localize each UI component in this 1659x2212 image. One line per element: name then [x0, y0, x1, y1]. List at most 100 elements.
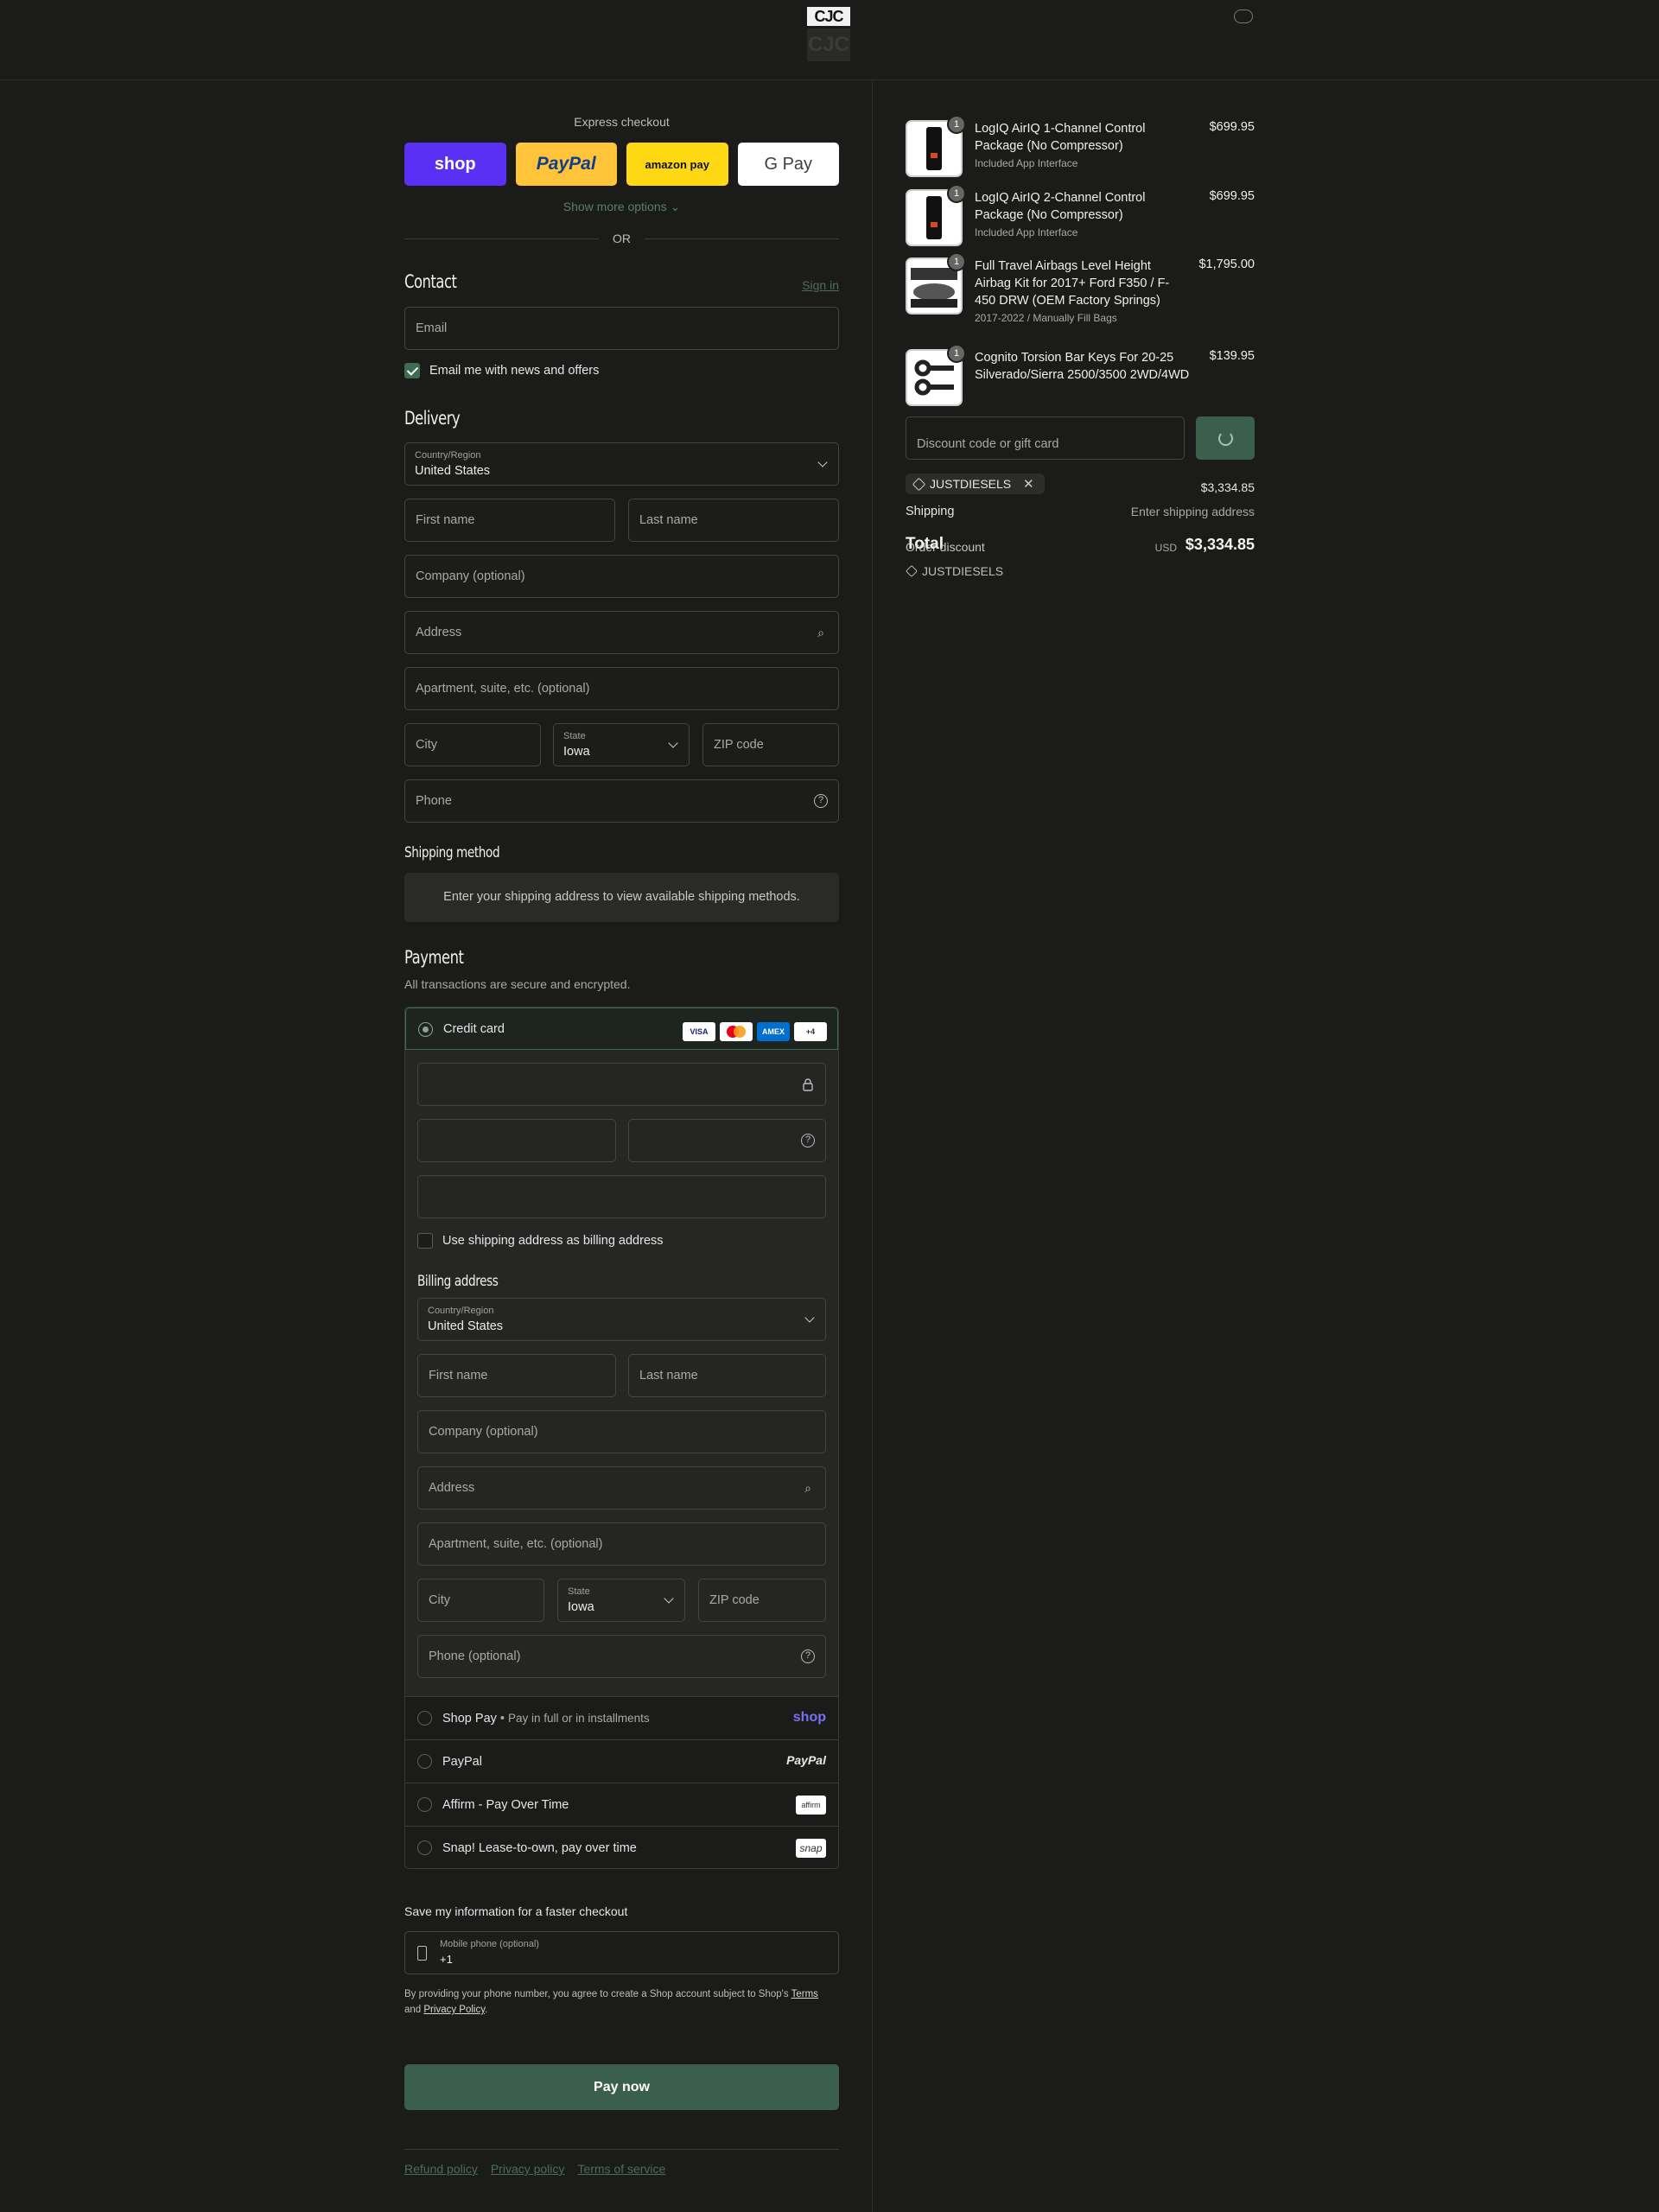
billing-company-field[interactable]: Company (optional)	[417, 1410, 826, 1453]
total-row: Total Order discount $3,334.85 USD	[906, 535, 1255, 566]
billing-heading: Billing address	[417, 1273, 499, 1290]
payment-subtitle: All transactions are secure and encrypte…	[404, 977, 631, 991]
credit-card-radio[interactable]	[418, 1022, 433, 1037]
zip-field[interactable]: ZIP code	[702, 723, 839, 766]
address-field[interactable]: Address ⌕	[404, 611, 839, 654]
mastercard-icon	[720, 1022, 753, 1041]
state-label: State	[563, 731, 586, 741]
billing-country-select[interactable]: Country/Region United States	[417, 1298, 826, 1341]
show-more-options[interactable]: Show more options ⌄	[404, 200, 839, 214]
name-on-card-field[interactable]	[417, 1175, 826, 1218]
google-pay-button[interactable]: G Pay	[737, 143, 839, 186]
security-code-field[interactable]: ?	[628, 1119, 826, 1162]
item-price: $699.95	[1209, 189, 1255, 203]
country-select[interactable]: Country/Region United States	[404, 442, 839, 486]
amazon-pay-button[interactable]: amazon pay	[626, 143, 728, 186]
terms-of-service-link[interactable]: Terms of service	[577, 2162, 665, 2176]
discount-code-field[interactable]: Discount code or gift card	[906, 416, 1185, 460]
billing-phone-field[interactable]: Phone (optional) ?	[417, 1635, 826, 1678]
consent-period: .	[485, 2005, 488, 2015]
affirm-option[interactable]: Affirm - Pay Over Time affirm	[405, 1783, 838, 1826]
billing-city-field[interactable]: City	[417, 1579, 544, 1622]
line-item: 1 Cognito Torsion Bar Keys For 20-25 Sil…	[906, 344, 1255, 406]
shop-pay-radio[interactable]	[417, 1711, 432, 1726]
help-icon[interactable]: ?	[801, 1134, 815, 1147]
credit-card-label: Credit card	[443, 1022, 505, 1036]
state-value: Iowa	[563, 745, 590, 759]
refund-policy-link[interactable]: Refund policy	[404, 2162, 478, 2176]
privacy-link[interactable]: Privacy Policy	[423, 2005, 485, 2015]
mobile-phone-field[interactable]: Mobile phone (optional) +1	[404, 1931, 839, 1974]
email-field[interactable]: Email	[404, 307, 839, 350]
news-checkbox[interactable]	[404, 363, 420, 378]
billing-phone-placeholder: Phone (optional)	[429, 1649, 521, 1663]
snap-radio[interactable]	[417, 1840, 432, 1855]
store-logo[interactable]: CJC CJC	[807, 7, 852, 62]
sign-in-link[interactable]: Sign in	[802, 278, 839, 292]
apply-discount-button[interactable]	[1196, 416, 1255, 460]
line-item: 1 Full Travel Airbags Level Height Airba…	[906, 252, 1255, 324]
terms-link[interactable]: Terms	[791, 1989, 818, 1999]
city-placeholder: City	[416, 738, 437, 752]
shop-pay-option[interactable]: Shop Pay • Pay in full or in installment…	[405, 1696, 838, 1739]
shop-pay-button[interactable]: shop	[404, 143, 506, 186]
discount-placeholder: Discount code or gift card	[917, 437, 1059, 451]
billing-city-placeholder: City	[429, 1593, 450, 1607]
footer-divider	[404, 2149, 839, 2150]
use-shipping-checkbox[interactable]	[417, 1233, 433, 1249]
phone-field[interactable]: Phone ?	[404, 779, 839, 823]
item-variant: Included App Interface	[975, 226, 1078, 238]
first-name-field[interactable]: First name	[404, 499, 615, 542]
snap-label: Snap! Lease-to-own, pay over time	[442, 1841, 637, 1855]
last-name-field[interactable]: Last name	[628, 499, 839, 542]
billing-state-select[interactable]: State Iowa	[557, 1579, 685, 1622]
last-name-placeholder: Last name	[639, 513, 698, 527]
billing-apartment-field[interactable]: Apartment, suite, etc. (optional)	[417, 1522, 826, 1566]
consent-text: By providing your phone number, you agre…	[404, 1986, 839, 2018]
paypal-option[interactable]: PayPal PayPal	[405, 1739, 838, 1783]
card-form: ? Use shipping address as billing addres…	[405, 1050, 838, 1696]
chevron-down-icon	[817, 457, 828, 467]
paypal-button[interactable]: PayPal	[515, 143, 617, 186]
snap-option[interactable]: Snap! Lease-to-own, pay over time snap	[405, 1826, 838, 1869]
item-variant: 2017-2022 / Manually Fill Bags	[975, 312, 1117, 324]
bag-icon[interactable]	[1234, 10, 1253, 23]
affirm-radio[interactable]	[417, 1797, 432, 1812]
shipping-value: Enter shipping address	[1130, 505, 1255, 518]
billing-zip-field[interactable]: ZIP code	[698, 1579, 826, 1622]
card-number-field[interactable]	[417, 1063, 826, 1106]
billing-first-name-field[interactable]: First name	[417, 1354, 616, 1397]
credit-card-option[interactable]: Credit card VISA AMEX +4	[405, 1007, 838, 1050]
shipping-label: Shipping	[906, 505, 955, 518]
billing-country-value: United States	[428, 1319, 504, 1333]
state-select[interactable]: State Iowa	[553, 723, 690, 766]
city-field[interactable]: City	[404, 723, 541, 766]
apartment-field[interactable]: Apartment, suite, etc. (optional)	[404, 667, 839, 710]
billing-address-field[interactable]: Address ⌕	[417, 1466, 826, 1510]
phone-placeholder: Phone	[416, 794, 452, 808]
news-label: Email me with news and offers	[429, 364, 600, 378]
express-checkout-title: Express checkout	[574, 115, 670, 129]
expiry-field[interactable]	[417, 1119, 616, 1162]
delivery-heading: Delivery	[404, 408, 461, 429]
shipping-method-heading: Shipping method	[404, 844, 500, 861]
use-shipping-label: Use shipping address as billing address	[442, 1234, 664, 1248]
subtotal-value: $3,334.85	[1200, 480, 1255, 494]
tag-icon	[912, 477, 926, 492]
pay-now-button[interactable]: Pay now	[404, 2064, 839, 2110]
snap-logo: snap	[796, 1839, 826, 1858]
tag-icon	[905, 564, 918, 578]
help-icon[interactable]: ?	[801, 1649, 815, 1663]
billing-last-name-field[interactable]: Last name	[628, 1354, 826, 1397]
help-icon[interactable]: ?	[814, 794, 828, 808]
mobile-phone-icon	[417, 1946, 427, 1961]
company-field[interactable]: Company (optional)	[404, 555, 839, 598]
consent-and: and	[404, 2005, 422, 2015]
chevron-down-icon	[664, 1593, 674, 1604]
applied-code: JUSTDIESELS	[930, 477, 1012, 491]
visa-icon: VISA	[683, 1022, 715, 1041]
paypal-radio[interactable]	[417, 1754, 432, 1769]
privacy-policy-link[interactable]: Privacy policy	[491, 2162, 565, 2176]
quantity-badge: 1	[947, 184, 966, 203]
remove-discount-icon[interactable]: ✕	[1023, 477, 1034, 492]
